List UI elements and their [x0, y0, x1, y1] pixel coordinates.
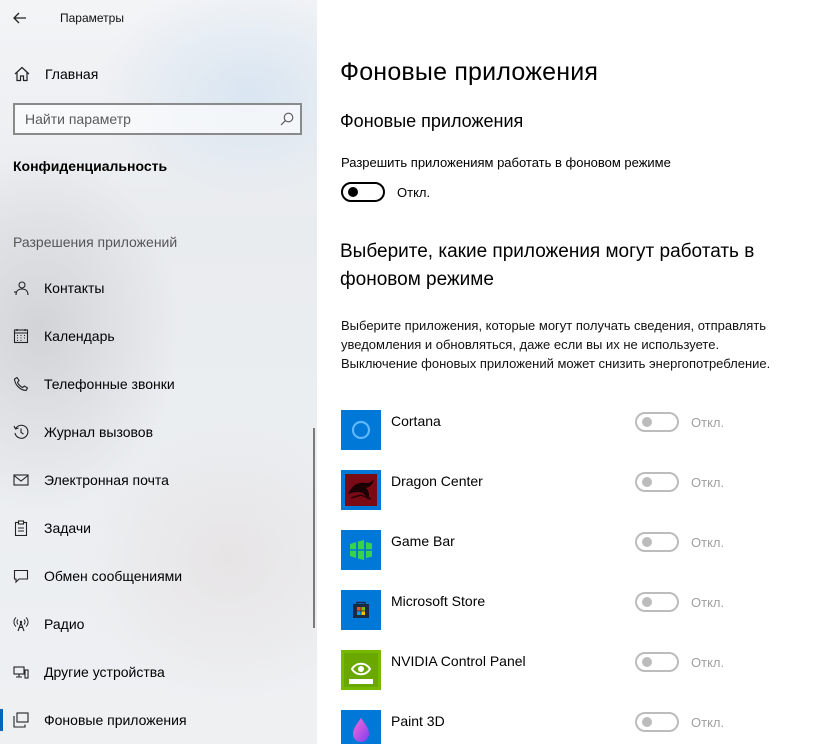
- home-label: Главная: [45, 66, 99, 82]
- app-state: Откл.: [691, 415, 725, 430]
- app-row-game-bar: Game Bar Откл.: [341, 529, 811, 589]
- sidebar-item-label: Радио: [44, 616, 85, 632]
- tasks-icon: [11, 520, 31, 536]
- app-row-cortana: Cortana Откл.: [341, 409, 811, 469]
- app-state: Откл.: [691, 475, 725, 490]
- toggle-knob: [348, 187, 358, 197]
- app-name: Paint 3D: [391, 713, 445, 729]
- paint-3d-icon: [341, 710, 381, 744]
- choose-apps-description: Выберите приложения, которые могут получ…: [341, 318, 771, 371]
- home-nav-item[interactable]: Главная: [0, 59, 317, 89]
- contacts-icon: [11, 280, 31, 296]
- sidebar-item-label: Задачи: [44, 520, 92, 536]
- app-toggle[interactable]: [635, 412, 679, 432]
- group-label: Разрешения приложений: [13, 234, 178, 250]
- app-row-dragon-center: Dragon Center Откл.: [341, 469, 811, 529]
- devices-icon: [11, 664, 31, 680]
- app-state: Откл.: [691, 715, 725, 730]
- app-toggle[interactable]: [635, 652, 679, 672]
- allow-background-toggle[interactable]: [341, 182, 385, 202]
- microsoft-store-icon: [341, 590, 381, 630]
- sidebar-item-phone-calls[interactable]: Телефонные звонки: [0, 360, 317, 408]
- sidebar-item-calendar[interactable]: Календарь: [0, 312, 317, 360]
- section-title: Конфиденциальность: [13, 158, 168, 174]
- sidebar-item-label: Телефонные звонки: [44, 376, 175, 392]
- app-list: Cortana Откл. Dragon Center Откл. Game B…: [341, 409, 811, 744]
- search-box[interactable]: Найти параметр: [13, 103, 302, 135]
- background-apps-icon: [11, 712, 31, 728]
- search-icon[interactable]: [274, 112, 300, 126]
- app-toggle[interactable]: [635, 472, 679, 492]
- section-heading: Фоновые приложения: [340, 111, 524, 131]
- mail-icon: [11, 472, 31, 488]
- window-title: Параметры: [60, 11, 124, 25]
- sidebar-item-label: Электронная почта: [44, 472, 169, 488]
- app-name: Microsoft Store: [391, 593, 486, 609]
- app-name: Cortana: [391, 413, 441, 429]
- history-icon: [11, 424, 31, 440]
- sidebar-item-label: Другие устройства: [44, 664, 165, 680]
- sidebar-nav: Контакты Календарь Телефонные звонки Жур…: [0, 264, 317, 744]
- message-icon: [11, 568, 31, 584]
- toggle-knob: [642, 717, 652, 727]
- toggle-knob: [642, 417, 652, 427]
- sidebar-item-background-apps[interactable]: Фоновые приложения: [0, 696, 317, 744]
- home-icon: [12, 66, 32, 82]
- sidebar-scrollbar[interactable]: [313, 428, 315, 628]
- app-toggle[interactable]: [635, 532, 679, 552]
- app-state: Откл.: [691, 535, 725, 550]
- cortana-icon: [341, 410, 381, 450]
- app-state: Откл.: [691, 595, 725, 610]
- sidebar-item-label: Журнал вызовов: [44, 424, 154, 440]
- phone-icon: [11, 376, 31, 392]
- app-toggle[interactable]: [635, 712, 679, 732]
- toggle-knob: [642, 537, 652, 547]
- app-name: Dragon Center: [391, 473, 483, 489]
- sidebar-item-call-history[interactable]: Журнал вызовов: [0, 408, 317, 456]
- app-row-nvidia-control-panel: NVIDIA Control Panel Откл.: [341, 649, 811, 709]
- dragon-center-icon: [341, 470, 381, 510]
- sidebar-item-radio[interactable]: Радио: [0, 600, 317, 648]
- sidebar-item-messaging[interactable]: Обмен сообщениями: [0, 552, 317, 600]
- allow-background-label: Разрешить приложениям работать в фоновом…: [341, 155, 671, 170]
- nvidia-icon: [341, 650, 381, 690]
- app-name: NVIDIA Control Panel: [391, 653, 526, 669]
- search-input[interactable]: Найти параметр: [25, 111, 274, 127]
- sidebar-item-tasks[interactable]: Задачи: [0, 504, 317, 552]
- app-row-microsoft-store: Microsoft Store Откл.: [341, 589, 811, 649]
- allow-background-state: Откл.: [397, 185, 431, 200]
- radio-icon: [11, 616, 31, 632]
- choose-apps-heading: Выберите, какие приложения могут работат…: [340, 241, 755, 290]
- back-arrow-icon: [13, 12, 26, 24]
- toggle-knob: [642, 597, 652, 607]
- app-state: Откл.: [691, 655, 725, 670]
- sidebar-item-contacts[interactable]: Контакты: [0, 264, 317, 312]
- sidebar-item-label: Календарь: [44, 328, 115, 344]
- title-bar: Параметры: [0, 0, 317, 36]
- page-title: Фоновые приложения: [340, 58, 599, 86]
- game-bar-icon: [341, 530, 381, 570]
- app-row-paint-3d: Paint 3D Откл.: [341, 709, 811, 744]
- sidebar-item-label: Фоновые приложения: [44, 712, 187, 728]
- main-content: Фоновые приложения Фоновые приложения Ра…: [317, 0, 818, 744]
- sidebar: Параметры Главная Найти параметр Конфиде…: [0, 0, 317, 744]
- toggle-knob: [642, 477, 652, 487]
- app-toggle[interactable]: [635, 592, 679, 612]
- app-name: Game Bar: [391, 533, 455, 549]
- sidebar-item-other-devices[interactable]: Другие устройства: [0, 648, 317, 696]
- calendar-icon: [11, 328, 31, 344]
- sidebar-item-email[interactable]: Электронная почта: [0, 456, 317, 504]
- back-button[interactable]: [1, 0, 39, 36]
- sidebar-item-label: Обмен сообщениями: [44, 568, 183, 584]
- toggle-knob: [642, 657, 652, 667]
- sidebar-item-label: Контакты: [44, 280, 105, 296]
